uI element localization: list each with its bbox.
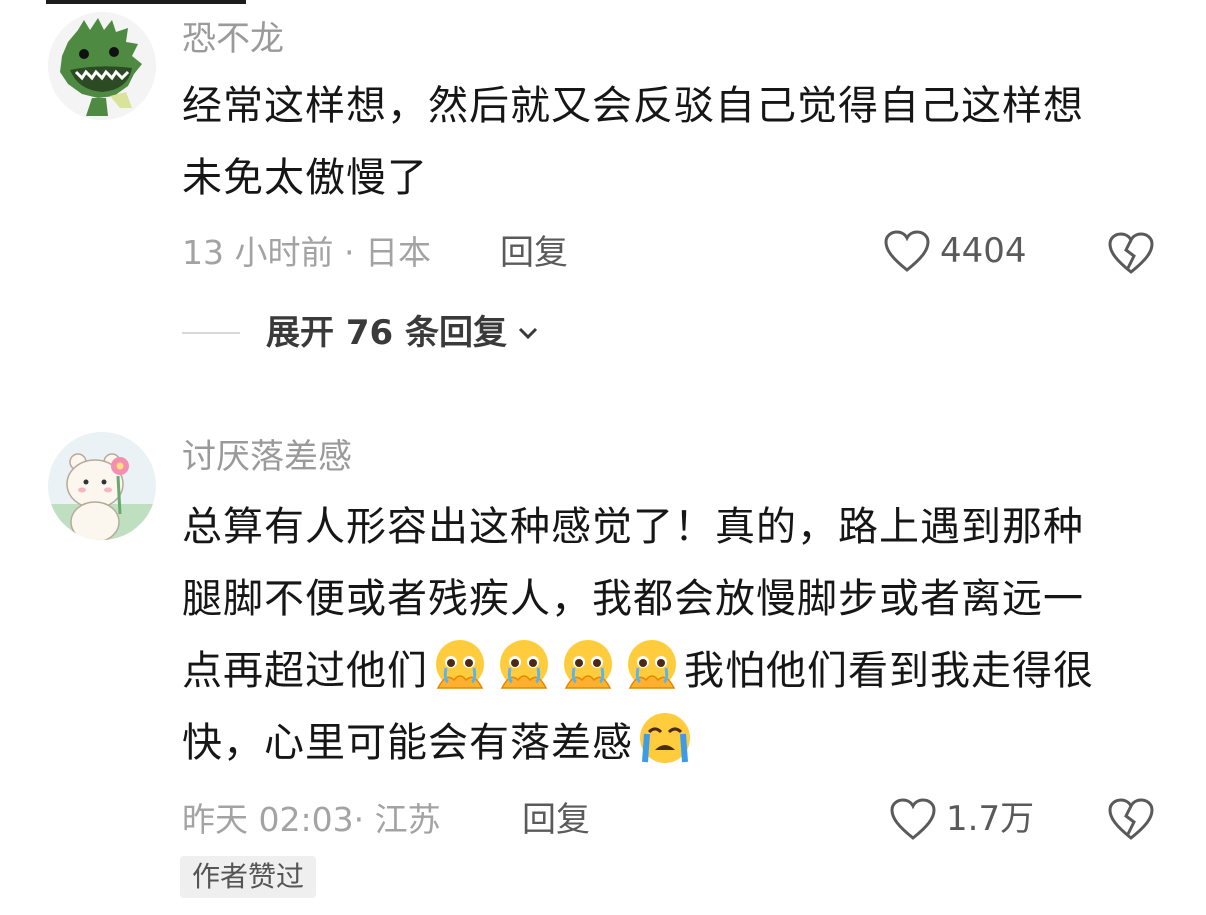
comment-body-text: 我怕他们看到我走得很	[684, 648, 1094, 694]
comment-body: 经常这样想，然后就又会反驳自己觉得自己这样想 未免太傲慢了	[182, 70, 1172, 214]
heart-icon	[884, 230, 930, 272]
pleading-hands-emoji-icon	[564, 640, 612, 689]
avatar[interactable]	[48, 12, 156, 120]
chevron-down-icon	[518, 327, 538, 340]
top-scroll-indicator	[46, 0, 246, 4]
dinosaur-avatar-icon	[48, 12, 156, 120]
like-button[interactable]: 4404	[882, 228, 1027, 274]
comment-body-line: 总算有人形容出这种感觉了！真的，路上遇到那种	[182, 504, 1084, 550]
expand-replies-button[interactable]: 展开 76 条回复	[182, 316, 541, 350]
comment-body-line: 经常这样想，然后就又会反驳自己觉得自己这样想	[182, 83, 1084, 129]
comment-body-text: 点再超过他们	[182, 648, 428, 694]
reply-button[interactable]: 回复	[500, 236, 568, 270]
comment-body-line: 腿脚不便或者残疾人，我都会放慢脚步或者离远一	[182, 576, 1084, 622]
broken-heart-icon	[1108, 232, 1154, 274]
like-count: 4404	[940, 231, 1027, 271]
comment-body-line-3: 点再超过他们 我怕他们看到我走得很	[182, 635, 1172, 707]
pleading-hands-emoji-icon	[436, 640, 484, 689]
broken-heart-icon	[1108, 798, 1154, 840]
avatar[interactable]	[48, 432, 156, 540]
comment-meta: 13 小时前 · 日本	[182, 233, 431, 272]
comment-body-text: 快，心里可能会有落差感	[182, 720, 633, 766]
pleading-hands-emoji-icon	[628, 640, 676, 689]
comment-body-line: 未免太傲慢了	[182, 155, 428, 201]
dislike-button[interactable]	[1106, 796, 1156, 846]
heart-icon	[890, 798, 936, 840]
expand-replies-label: 展开 76 条回复	[266, 313, 507, 353]
comment-username[interactable]: 恐不龙	[182, 22, 284, 56]
comment-meta: 昨天 02:03· 江苏	[182, 800, 441, 839]
crying-face-emoji-icon	[640, 713, 690, 763]
comment-username[interactable]: 讨厌落差感	[182, 440, 352, 474]
comment-body-line-4: 快，心里可能会有落差感	[182, 707, 1172, 779]
like-count: 1.7万	[946, 799, 1035, 839]
reply-button[interactable]: 回复	[522, 803, 590, 837]
author-liked-badge: 作者赞过	[180, 856, 317, 898]
divider	[182, 332, 240, 334]
like-button[interactable]: 1.7万	[888, 796, 1034, 842]
pleading-hands-emoji-icon	[500, 640, 548, 689]
comment-body: 总算有人形容出这种感觉了！真的，路上遇到那种 腿脚不便或者残疾人，我都会放慢脚步…	[182, 491, 1172, 779]
bear-flower-avatar-icon	[48, 432, 156, 540]
dislike-button[interactable]	[1106, 230, 1156, 280]
